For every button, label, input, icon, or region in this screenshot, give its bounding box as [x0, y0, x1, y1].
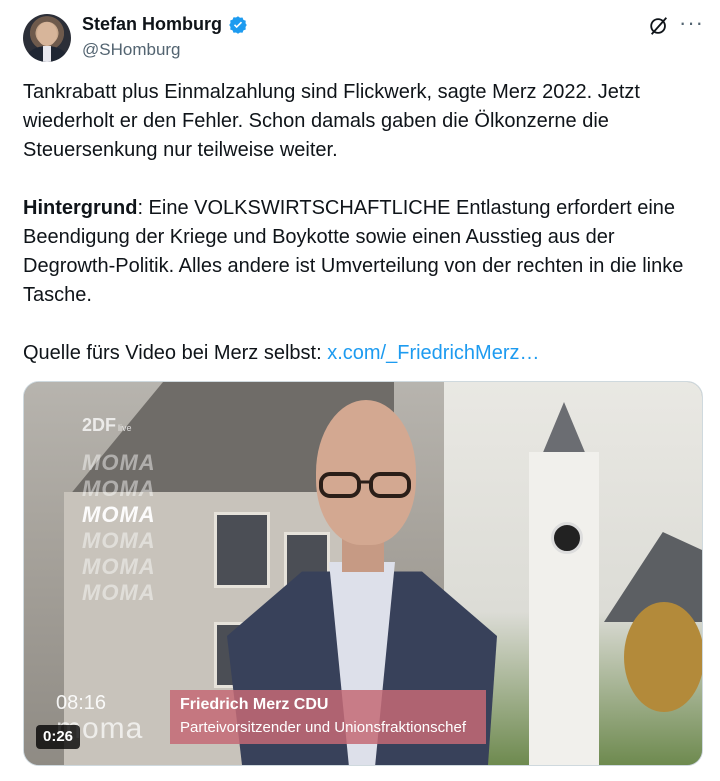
tweet-paragraph-3: Quelle fürs Video bei Merz selbst: x.com…	[23, 339, 703, 368]
moma-text: MOMA	[82, 554, 156, 579]
video-duration-badge: 0:26	[36, 725, 81, 749]
grok-icon[interactable]	[648, 15, 670, 37]
tweet-paragraph-1: Tankrabatt plus Einmalzahlung sind Flick…	[23, 81, 640, 161]
author-name-row: Stefan Homburg	[82, 14, 248, 35]
speaker-glasses	[319, 472, 411, 498]
lower-third-title: Parteivorsitzender und Unionsfraktionsch…	[180, 719, 466, 736]
verified-badge-icon	[229, 15, 247, 34]
moma-logo-stack: MOMA MOMA MOMA MOMA MOMA MOMA	[82, 450, 222, 606]
author-handle[interactable]: @SHomburg	[82, 40, 181, 60]
video-player[interactable]: 2DF live MOMA MOMA MOMA MOMA MOMA MOMA 08…	[23, 381, 703, 766]
moma-text: MOMA	[82, 580, 156, 605]
moma-text: MOMA	[82, 502, 156, 527]
avatar[interactable]	[23, 14, 71, 62]
moma-text: MOMA	[82, 450, 156, 475]
channel-name: 2DF	[82, 415, 117, 435]
author-display-name[interactable]: Stefan Homburg	[82, 14, 222, 35]
source-prefix: Quelle fürs Video bei Merz selbst:	[23, 342, 328, 364]
tweet-text: Tankrabatt plus Einmalzahlung sind Flick…	[23, 78, 703, 368]
hintergrund-label: Hintergrund	[23, 197, 138, 219]
source-link[interactable]: x.com/_FriedrichMerz…	[327, 342, 539, 364]
tweet-card[interactable]: Stefan Homburg @SHomburg ··· Tankrabatt …	[0, 0, 720, 781]
channel-logo: 2DF live	[82, 415, 132, 436]
moma-text: MOMA	[82, 476, 156, 501]
channel-live-label: live	[118, 423, 132, 433]
tweet-paragraph-2: Hintergrund: Eine VOLKSWIRTSCHAFTLICHE E…	[23, 194, 703, 310]
moma-text: MOMA	[82, 528, 156, 553]
more-dots-icon[interactable]: ···	[679, 12, 704, 34]
lower-third-name: Friedrich Merz CDU	[180, 696, 329, 713]
lower-third-caption: Friedrich Merz CDU Parteivorsitzender un…	[170, 690, 486, 744]
